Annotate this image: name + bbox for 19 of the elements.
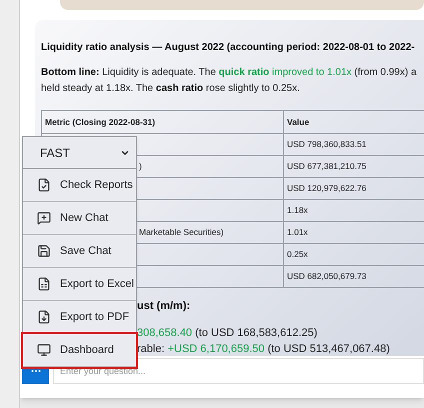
menu-item[interactable]: Check Reports: [23, 169, 136, 202]
summary-text: Bottom line: Liquidity is adequate. The quick ratio improved to 1.01x (from 0.99x) a held steady at 1.18x. The cash ratio rose slightly to 0.25x.: [41, 66, 418, 96]
section-heading: ust (m/m):: [137, 299, 192, 314]
chat-plus-icon: [37, 211, 51, 225]
change-line: rable: +USD 6,170,659.50 (to USD 513,467,067.48): [137, 342, 391, 356]
menu-item[interactable]: Dashboard: [23, 334, 136, 367]
column-header: Metric (Closing 2022-08-31): [42, 110, 284, 134]
menu-item[interactable]: Save Chat: [23, 235, 136, 268]
menu-item[interactable]: Export to Excel: [23, 268, 136, 301]
mode-select[interactable]: FAST: [23, 137, 136, 169]
report-title: Liquidity ratio analysis — August 2022 (accounting period: 2022-08-01 to 2022-: [41, 41, 416, 55]
menu-item[interactable]: New Chat: [23, 202, 136, 235]
file-check-icon: [37, 178, 51, 192]
spreadsheet-icon: [37, 277, 51, 291]
column-header: Value: [284, 110, 424, 134]
menu-item[interactable]: Export to PDF: [23, 301, 136, 334]
file-download-icon: [37, 310, 51, 324]
monitor-icon: [37, 343, 51, 357]
change-line: 308,658.40 (to USD 168,583,612.25): [137, 326, 318, 340]
